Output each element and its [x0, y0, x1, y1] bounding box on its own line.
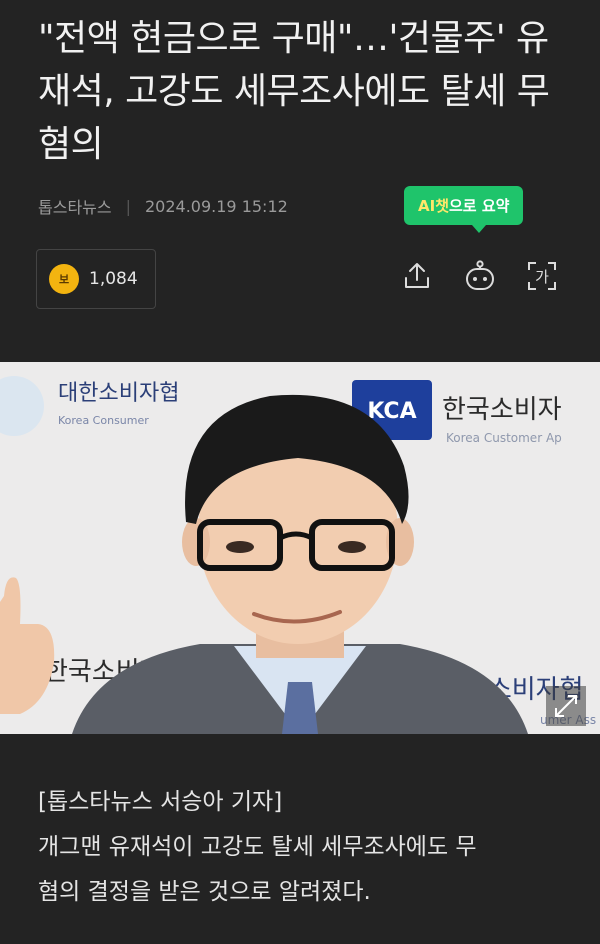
ai-summary-button[interactable]: AI챗으로 요약 — [404, 186, 524, 233]
article-paragraph-line: 개그맨 유재석이 고강도 탈세 세무조사에도 무 — [38, 834, 477, 860]
backdrop-text: Korea Consumer — [58, 414, 149, 427]
reaction-count: 1,084 — [89, 269, 138, 289]
article-body: [톱스타뉴스 서승아 기자] 개그맨 유재석이 고강도 탈세 세무조사에도 무 … — [38, 780, 578, 915]
ai-summary-tail — [472, 225, 486, 233]
ai-summary-label: 으로 요약 — [449, 197, 510, 215]
share-icon[interactable] — [399, 258, 435, 294]
article-photo[interactable]: 대한소비자협 Korea Consumer KCA 한국소비자 Korea Cu… — [0, 362, 600, 734]
expand-icon — [555, 695, 577, 717]
article-byline: [톱스타뉴스 서승아 기자] — [38, 789, 283, 815]
meta-divider: | — [125, 196, 131, 216]
backdrop-text: 대한소비자협 — [58, 381, 179, 406]
ai-summary-highlight: AI챗 — [418, 197, 449, 215]
backdrop-text: Korea Customer Ap — [446, 431, 562, 445]
article-datetime: 2024.09.19 15:12 — [145, 196, 288, 216]
article-meta: 톱스타뉴스 | 2024.09.19 15:12 — [38, 194, 288, 218]
backdrop-text: 한국소비자 — [442, 395, 562, 425]
photo-expand-button[interactable] — [546, 686, 586, 726]
backdrop-text: KCA — [367, 399, 416, 424]
article-paragraph-line: 혐의 결정을 받은 것으로 알려졌다. — [38, 879, 371, 905]
article-photo-image: 대한소비자협 Korea Consumer KCA 한국소비자 Korea Cu… — [0, 362, 600, 734]
article-headline: "전액 현금으로 구매"…'건물주' 유재석, 고강도 세무조사에도 탈세 무혐… — [38, 18, 550, 165]
font-size-glyph: 가 — [535, 268, 549, 286]
article-source[interactable]: 톱스타뉴스 — [38, 194, 112, 218]
chatbot-icon[interactable] — [462, 258, 498, 294]
ai-summary-bubble[interactable]: AI챗으로 요약 — [404, 186, 524, 225]
coin-icon: 보 — [49, 264, 79, 294]
font-size-icon[interactable]: 가 — [524, 258, 560, 294]
reaction-coin-button[interactable]: 보 1,084 — [36, 249, 156, 309]
